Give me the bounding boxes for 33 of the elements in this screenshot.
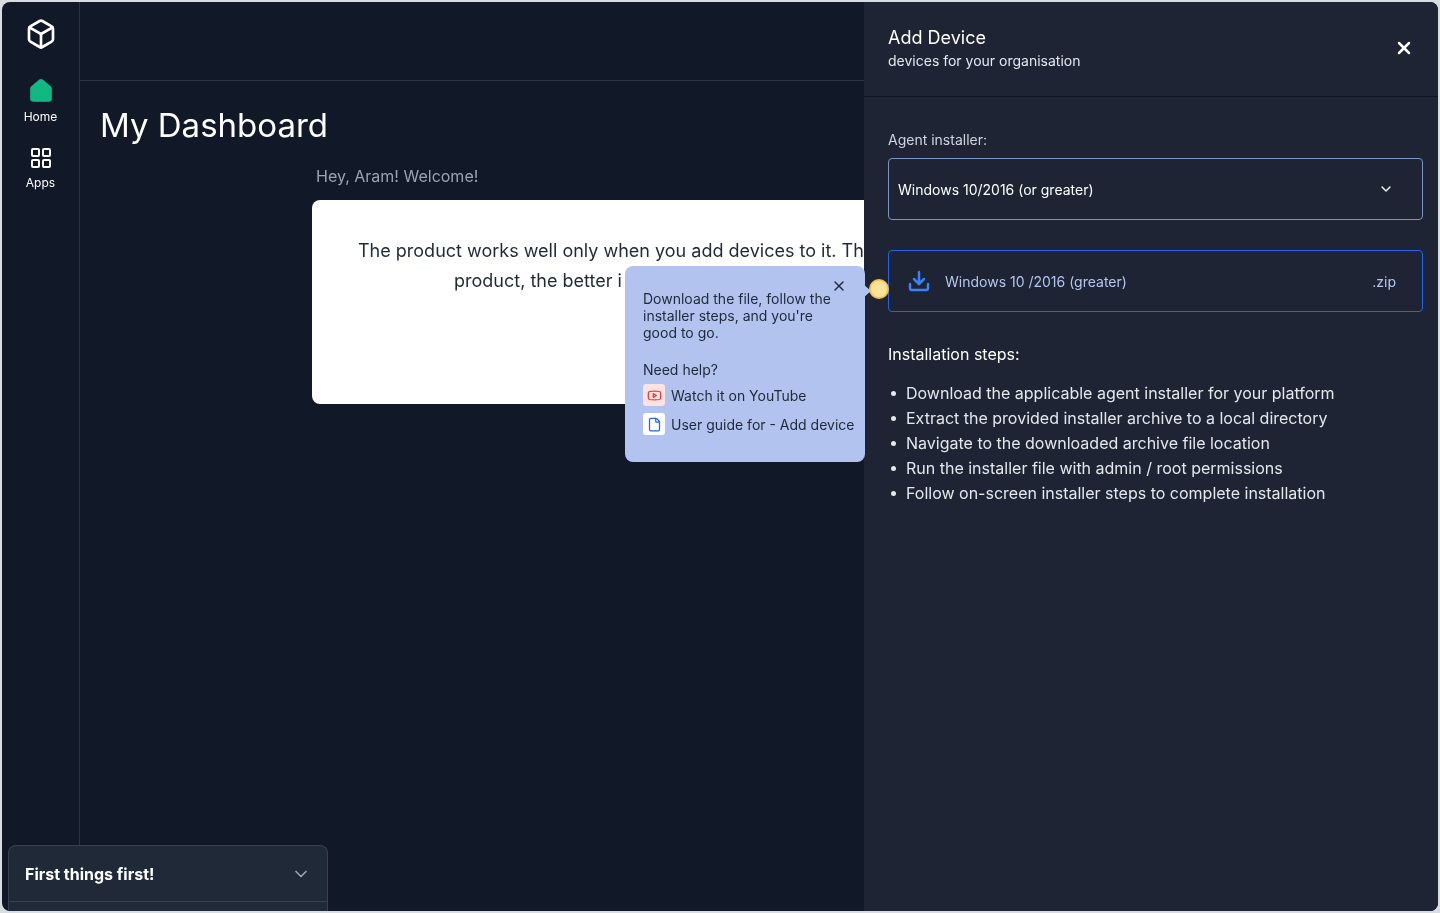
bullet-icon xyxy=(891,390,896,396)
sidebar-item[interactable]: Home xyxy=(23,78,58,126)
document-icon xyxy=(643,413,665,435)
page-title: My Dashboard xyxy=(100,109,328,142)
step-text: Download the applicable agent installer for your platform xyxy=(906,382,1335,404)
field-label: Agent installer: xyxy=(888,130,987,150)
bullet-icon xyxy=(891,415,896,421)
video-icon xyxy=(643,384,665,406)
step-text: Extract the provided installer archive to a local directory xyxy=(906,407,1328,429)
popover-text: Download the file, follow the installer steps, and you're good to go. xyxy=(643,290,832,341)
checklist-title: First things first! xyxy=(25,862,155,886)
greeting-text: Hey, Aram! Welcome! xyxy=(316,165,479,188)
panel-title: Add Device xyxy=(888,26,987,50)
step-text: Run the installer file with admin / root permissions xyxy=(906,457,1283,479)
intro-text: The product works well only when you add devices to it. Th xyxy=(358,239,864,263)
bullet-icon xyxy=(891,490,896,496)
step-text: Navigate to the downloaded archive file location xyxy=(906,432,1270,454)
help-title: Need help? xyxy=(643,360,718,380)
installer-select[interactable]: Windows 10/2016 (or greater) xyxy=(888,158,1423,220)
download-button[interactable]: Windows 10 /2016 (greater) .zip xyxy=(888,250,1423,312)
intro-text: product, the better i xyxy=(454,269,622,293)
download-icon xyxy=(907,269,931,293)
panel-subtitle: devices for your organisation xyxy=(888,51,1081,71)
bullet-icon xyxy=(891,465,896,471)
help-link[interactable]: User guide for - Add device xyxy=(643,413,855,435)
home-icon xyxy=(27,78,54,104)
checklist-card[interactable]: First things first! xyxy=(8,845,328,911)
steps-title: Installation steps: xyxy=(888,343,1020,366)
sidebar-item[interactable]: Apps xyxy=(25,146,56,192)
step-text: Follow on-screen installer steps to complete installation xyxy=(906,482,1326,504)
help-link[interactable]: Watch it on YouTube xyxy=(643,384,807,406)
grid-icon xyxy=(28,146,53,170)
bullet-icon xyxy=(891,440,896,446)
